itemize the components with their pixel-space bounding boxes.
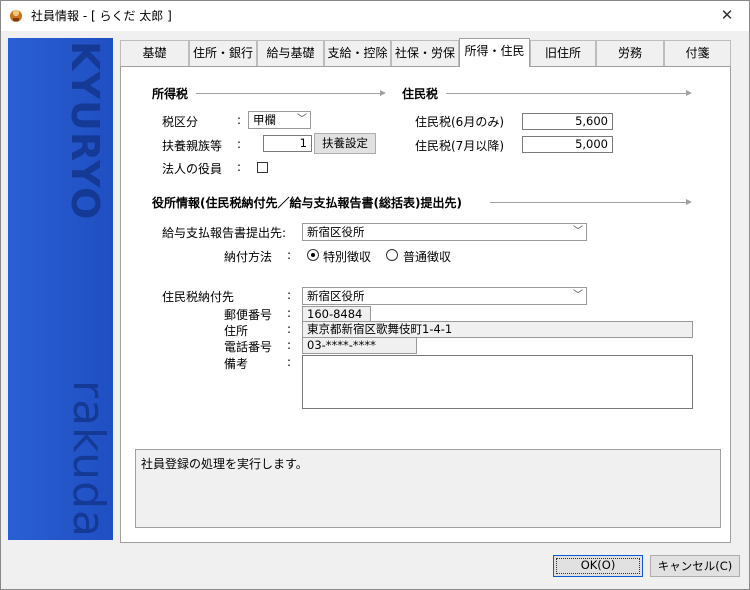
- income-tax-heading: 所得税: [152, 87, 189, 101]
- resident-tax-rule-arrow: [686, 90, 692, 96]
- close-button[interactable]: ✕: [712, 4, 742, 26]
- resident-tax-heading: 住民税: [402, 87, 439, 101]
- tax-class-value: 甲欄: [253, 113, 276, 127]
- dependents-settings-button[interactable]: 扶養設定: [314, 133, 376, 154]
- office-info-rule: [490, 202, 688, 203]
- resident-june-label: 住民税(6月のみ): [415, 115, 504, 129]
- tab-labor[interactable]: 労務: [596, 40, 664, 66]
- colon: :: [237, 113, 242, 127]
- notes-label: 備考: [224, 357, 249, 371]
- officer-checkbox[interactable]: [257, 162, 268, 173]
- chevron-down-icon: ﹀: [297, 114, 307, 125]
- colon: :: [287, 322, 292, 336]
- report-destination-select[interactable]: 新宿区役所 ﹀: [302, 223, 587, 241]
- payee-value: 新宿区役所: [307, 289, 365, 303]
- normal-collection-radio[interactable]: [386, 249, 398, 261]
- colon: :: [287, 306, 292, 320]
- resident-tax-rule: [446, 93, 688, 94]
- payee-label: 住民税納付先: [162, 290, 235, 304]
- colon: :: [287, 288, 292, 302]
- tax-class-select[interactable]: 甲欄 ﹀: [248, 111, 311, 129]
- logo-rakuda: rakuda: [63, 380, 114, 538]
- tab-salary-basic[interactable]: 給与基礎: [257, 40, 324, 66]
- sidebar-brand: KYURYO rakuda: [8, 38, 114, 540]
- report-destination-value: 新宿区役所: [307, 225, 365, 239]
- officer-label: 法人の役員: [162, 162, 223, 176]
- ok-button[interactable]: OK(O): [553, 555, 643, 577]
- tab-basic[interactable]: 基礎: [120, 40, 189, 66]
- office-info-rule-arrow: [686, 199, 692, 205]
- resident-july-field[interactable]: 5,000: [522, 136, 613, 153]
- tab-insurance[interactable]: 社保・労保: [391, 40, 459, 66]
- address-label: 住所: [224, 324, 249, 338]
- report-destination-label: 給与支払報告書提出先:: [162, 226, 287, 240]
- chevron-down-icon: ﹀: [573, 226, 583, 237]
- dependents-label: 扶養親族等: [162, 139, 223, 153]
- tab-sticky-notes[interactable]: 付箋: [664, 40, 731, 66]
- tab-old-address[interactable]: 旧住所: [530, 40, 596, 66]
- payment-method-label: 納付方法: [224, 250, 273, 264]
- postal-code-label: 郵便番号: [224, 308, 273, 322]
- address-field[interactable]: 東京都新宿区歌舞伎町1-4-1: [302, 321, 693, 338]
- dependents-field[interactable]: 1: [263, 135, 312, 152]
- payee-select[interactable]: 新宿区役所 ﹀: [302, 287, 587, 305]
- special-collection-radio[interactable]: [307, 249, 319, 261]
- colon: :: [287, 248, 292, 262]
- ok-button-label: OK(O): [580, 558, 616, 572]
- income-tax-rule: [196, 93, 382, 94]
- special-collection-label: 特別徴収: [323, 250, 372, 264]
- colon: :: [287, 338, 292, 352]
- tab-address-bank[interactable]: 住所・銀行: [189, 40, 257, 66]
- colon: :: [237, 137, 242, 151]
- income-tax-rule-arrow: [380, 90, 386, 96]
- phone-field[interactable]: 03-****-****: [302, 337, 417, 354]
- phone-label: 電話番号: [224, 340, 273, 354]
- resident-july-label: 住民税(7月以降): [415, 139, 504, 153]
- notes-textarea[interactable]: [302, 355, 693, 409]
- app-icon: [8, 7, 24, 23]
- status-message: 社員登録の処理を実行します。: [141, 457, 308, 471]
- chevron-down-icon: ﹀: [573, 290, 583, 301]
- tab-income-resident[interactable]: 所得・住民: [459, 38, 530, 67]
- colon: :: [237, 160, 242, 174]
- office-info-heading: 役所情報(住民税納付先／給与支払報告書(総括表)提出先): [152, 196, 462, 210]
- logo-kyuryo: KYURYO: [63, 41, 107, 221]
- tax-class-label: 税区分: [162, 115, 199, 129]
- window-title: 社員情報 - [ らくだ 太郎 ]: [31, 9, 172, 23]
- tab-payment-deduction[interactable]: 支給・控除: [324, 40, 391, 66]
- colon: :: [287, 355, 292, 369]
- resident-june-field[interactable]: 5,600: [522, 113, 613, 130]
- cancel-button[interactable]: キャンセル(C): [650, 555, 740, 577]
- normal-collection-label: 普通徴収: [403, 250, 452, 264]
